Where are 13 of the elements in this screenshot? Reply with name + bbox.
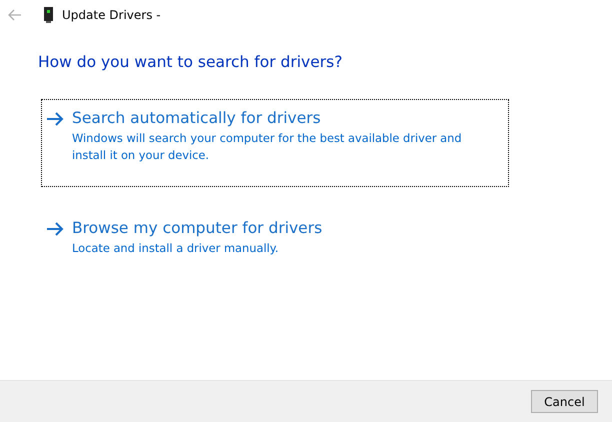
option-link[interactable]: Browse my computer for drivers Locate and install a driver manually. xyxy=(41,209,509,266)
arrow-icon xyxy=(46,222,64,236)
device-icon xyxy=(44,7,53,23)
option-link[interactable]: Search automatically for drivers Windows will search your computer for the best available driver and install it on your device. xyxy=(41,99,509,187)
option-title: Search automatically for drivers xyxy=(72,108,322,128)
arrow-icon xyxy=(46,112,64,126)
window-title: Update Drivers - xyxy=(62,8,161,22)
back-arrow-icon[interactable] xyxy=(8,9,22,21)
option-title: Browse my computer for drivers xyxy=(72,218,322,238)
page-heading: How do you want to search for drivers? xyxy=(38,53,344,71)
cancel-button[interactable]: Cancel xyxy=(531,390,598,413)
option-description: Windows will search your computer for the best available driver and install it on your device. xyxy=(72,130,463,164)
option-description: Locate and install a driver manually. xyxy=(72,240,280,257)
